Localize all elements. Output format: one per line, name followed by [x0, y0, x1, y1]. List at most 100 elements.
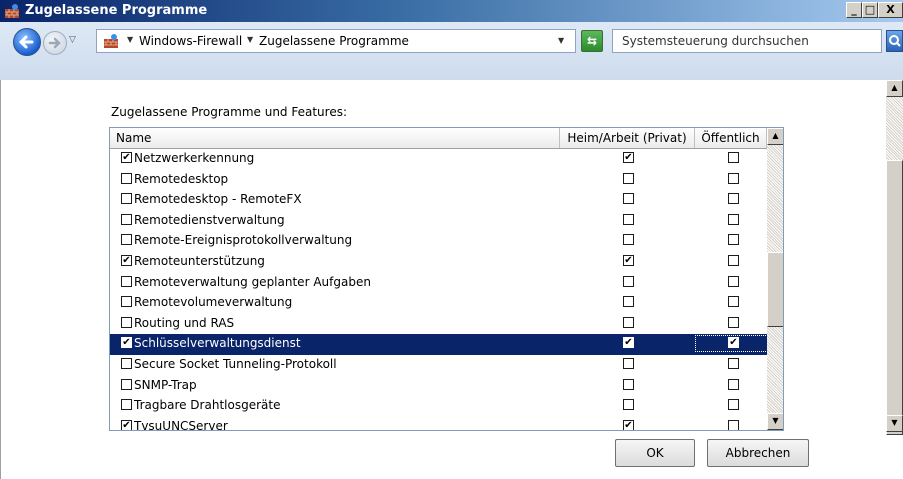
column-header-public[interactable]: Öffentlich — [695, 128, 767, 148]
back-button[interactable] — [13, 28, 41, 56]
table-row[interactable]: Remote-Ereignisprotokollverwaltung — [110, 231, 767, 252]
public-network-checkbox[interactable] — [728, 172, 739, 184]
enable-checkbox[interactable]: ✔ — [121, 419, 132, 430]
enable-checkbox[interactable] — [121, 316, 132, 328]
public-network-checkbox[interactable] — [728, 378, 739, 390]
enable-checkbox[interactable]: ✔ — [121, 152, 132, 163]
home-network-checkbox[interactable] — [623, 296, 634, 308]
public-network-checkbox[interactable] — [728, 213, 739, 225]
maximize-button[interactable]: □ — [862, 2, 878, 18]
scrollbar-thumb[interactable] — [886, 160, 903, 435]
public-network-checkbox[interactable] — [728, 254, 739, 266]
public-network-checkbox[interactable] — [728, 193, 739, 205]
close-button[interactable]: X — [878, 2, 903, 18]
home-network-checkbox[interactable] — [623, 357, 634, 369]
enable-checkbox[interactable] — [121, 399, 132, 411]
home-network-checkbox[interactable] — [623, 213, 634, 225]
table-row[interactable]: ✔ TvsuUNCServer ✔ — [110, 417, 767, 431]
page-scrollbar[interactable]: ▲ ▼ — [886, 80, 903, 435]
search-placeholder: Systemsteuerung durchsuchen — [622, 34, 809, 48]
enable-checkbox[interactable] — [121, 296, 132, 308]
list-scrollbar[interactable]: ▲ ▼ — [767, 128, 783, 430]
home-network-checkbox[interactable] — [623, 172, 634, 184]
ok-button[interactable]: OK — [615, 439, 695, 467]
table-row[interactable]: Remotedesktop — [110, 170, 767, 191]
home-network-checkbox[interactable] — [623, 316, 634, 328]
table-row[interactable]: Tragbare Drahtlosgeräte — [110, 396, 767, 417]
home-network-checkbox[interactable] — [623, 275, 634, 287]
cancel-button[interactable]: Abbrechen — [707, 439, 809, 467]
program-name: Remote-Ereignisprotokollverwaltung — [134, 233, 353, 248]
forward-button[interactable] — [43, 31, 67, 55]
home-network-checkbox[interactable] — [623, 234, 634, 246]
address-bar[interactable]: ▼ Windows-Firewall ▼ Zugelassene Program… — [96, 29, 576, 53]
programs-list[interactable]: Name Heim/Arbeit (Privat) Öffentlich ✔ Ne… — [109, 127, 784, 431]
enable-checkbox[interactable]: ✔ — [121, 254, 132, 266]
enable-checkbox[interactable] — [121, 275, 132, 287]
public-network-checkbox[interactable] — [728, 357, 739, 369]
program-name: Remoteunterstützung — [134, 253, 265, 268]
column-header-name[interactable]: Name — [110, 128, 560, 148]
public-network-checkbox[interactable] — [728, 234, 739, 246]
table-row[interactable]: Routing und RAS — [110, 314, 767, 335]
public-network-checkbox[interactable] — [728, 316, 739, 328]
list-rows: ✔ Netzwerkerkennung ✔ Remotedesktop Remotede… — [110, 149, 768, 431]
table-row[interactable]: ✔ Remoteunterstützung ✔ — [110, 252, 767, 273]
home-network-checkbox[interactable]: ✔ — [623, 152, 634, 163]
search-input[interactable]: Systemsteuerung durchsuchen — [612, 29, 882, 53]
title-bar: Zugelassene Programme _ □ X — [0, 0, 903, 22]
home-network-checkbox[interactable] — [623, 378, 634, 390]
public-network-checkbox[interactable] — [728, 399, 739, 411]
table-row[interactable]: Remotedienstverwaltung — [110, 211, 767, 232]
enable-checkbox[interactable] — [121, 193, 132, 205]
home-network-checkbox[interactable]: ✔ — [623, 419, 634, 430]
list-scroll-up-icon[interactable]: ▲ — [767, 128, 783, 145]
program-name: Remotedesktop — [134, 171, 229, 186]
address-dropdown-icon[interactable]: ▼ — [558, 36, 564, 45]
firewall-icon — [5, 4, 19, 18]
public-network-checkbox[interactable] — [728, 296, 739, 308]
table-row[interactable]: ✔ Schlüsselverwaltungsdienst ✔ ✔ — [110, 334, 768, 355]
home-network-checkbox[interactable] — [623, 399, 634, 411]
home-network-checkbox[interactable] — [623, 193, 634, 205]
minimize-button[interactable]: _ — [846, 2, 862, 18]
public-network-checkbox[interactable] — [728, 419, 739, 430]
enable-checkbox[interactable] — [121, 234, 132, 246]
search-icon — [889, 35, 901, 47]
public-network-checkbox[interactable] — [728, 152, 739, 163]
history-dropdown-icon[interactable]: ▽ — [69, 35, 76, 45]
back-arrow-icon — [18, 35, 34, 49]
enable-checkbox[interactable] — [121, 213, 132, 225]
program-name: Secure Socket Tunneling-Protokoll — [134, 356, 337, 371]
table-row[interactable]: Secure Socket Tunneling-Protokoll — [110, 355, 767, 376]
scroll-up-icon[interactable]: ▲ — [886, 80, 903, 97]
table-row[interactable]: ✔ Netzwerkerkennung ✔ — [110, 149, 767, 170]
program-name: TvsuUNCServer — [134, 418, 228, 431]
program-name: Netzwerkerkennung — [134, 151, 255, 165]
program-name: Schlüsselverwaltungsdienst — [134, 336, 301, 351]
home-network-checkbox[interactable]: ✔ — [623, 337, 634, 349]
scroll-down-icon[interactable]: ▼ — [886, 415, 903, 432]
table-row[interactable]: Remoteverwaltung geplanter Aufgaben — [110, 273, 767, 294]
list-scrollbar-thumb[interactable] — [767, 252, 783, 327]
table-row[interactable]: SNMP-Trap — [110, 376, 767, 397]
forward-arrow-icon — [48, 37, 61, 49]
program-name: Remotedienstverwaltung — [134, 212, 285, 227]
table-row[interactable]: Remotevolumeverwaltung — [110, 293, 767, 314]
enable-checkbox[interactable] — [121, 172, 132, 184]
refresh-icon: ⇆ — [586, 34, 598, 48]
enable-checkbox[interactable] — [121, 357, 132, 369]
column-header-home[interactable]: Heim/Arbeit (Privat) — [560, 128, 695, 148]
table-row[interactable]: Remotedesktop - RemoteFX — [110, 190, 767, 211]
list-scroll-down-icon[interactable]: ▼ — [767, 413, 783, 430]
enable-checkbox[interactable] — [121, 378, 132, 390]
refresh-button[interactable]: ⇆ — [581, 30, 603, 52]
public-network-checkbox[interactable] — [728, 275, 739, 287]
home-network-checkbox[interactable]: ✔ — [623, 254, 634, 266]
breadcrumb-windows-firewall[interactable]: Windows-Firewall — [139, 34, 242, 48]
breadcrumb-arrow-icon[interactable]: ▼ — [247, 35, 253, 44]
breadcrumb-arrow-icon[interactable]: ▼ — [127, 35, 133, 44]
enable-checkbox[interactable]: ✔ — [121, 337, 132, 349]
search-button[interactable] — [886, 30, 903, 52]
breadcrumb-allowed-programs[interactable]: Zugelassene Programme — [259, 34, 409, 48]
